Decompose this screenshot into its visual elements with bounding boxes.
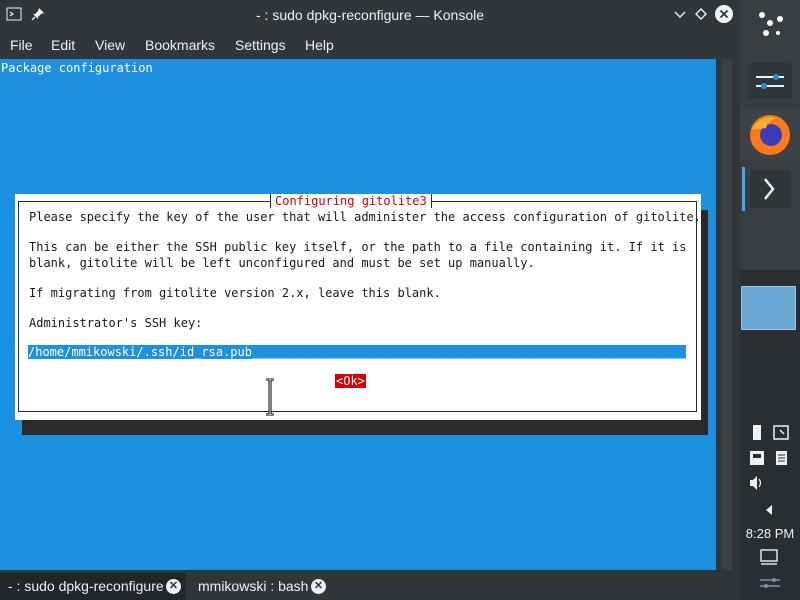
close-tab-icon[interactable]: ✕	[166, 579, 181, 594]
konsole-icon[interactable]	[740, 164, 800, 214]
menu-bar: File Edit View Bookmarks Settings Help	[0, 30, 740, 59]
tray-row-icons	[740, 449, 800, 467]
package-configuration-header: Package configuration	[1, 61, 153, 75]
tab-dpkg-reconfigure[interactable]: - : sudo dpkg-reconfigure ✕	[0, 573, 186, 600]
menu-edit[interactable]: Edit	[51, 37, 75, 53]
ssh-key-label: Administrator's SSH key:	[29, 316, 203, 330]
text-cursor-icon	[263, 377, 277, 417]
menu-view[interactable]: View	[95, 37, 125, 53]
ssh-key-input[interactable]: /home/mmikowski/.ssh/id_rsa.pub_________…	[28, 345, 686, 359]
maximize-icon[interactable]	[693, 6, 709, 22]
panel-settings-icon[interactable]	[740, 574, 800, 592]
menu-file[interactable]: File	[10, 37, 33, 53]
show-desktop-icon[interactable]	[740, 548, 800, 566]
dialog-title: Configuring gitolite3	[270, 194, 432, 208]
window-title: - : sudo dpkg-reconfigure — Konsole	[255, 7, 484, 23]
terminal-scrollbar[interactable]	[716, 59, 740, 570]
terminal-area[interactable]: Package configuration Configuring gitoli…	[0, 59, 716, 570]
tray-expand-arrow-icon[interactable]	[740, 502, 800, 518]
tray-row-icons	[740, 424, 800, 442]
ok-button[interactable]: <Ok>	[335, 374, 366, 388]
dialog-text-line: This can be either the SSH public key it…	[29, 240, 687, 254]
minimize-icon[interactable]	[672, 6, 688, 22]
desktop-pager-icon[interactable]	[740, 286, 800, 330]
menu-help[interactable]: Help	[305, 37, 334, 53]
tab-label: - : sudo dpkg-reconfigure	[8, 578, 164, 594]
dialog-text-line: If migrating from gitolite version 2.x, …	[29, 286, 441, 300]
dialog-text-line: Please specify the key of the user that …	[29, 210, 701, 224]
volume-icon[interactable]	[740, 474, 800, 492]
clock[interactable]: 8:28 PM	[740, 526, 800, 544]
tab-bar: - : sudo dpkg-reconfigure ✕ mmikowski : …	[0, 570, 740, 600]
system-settings-icon[interactable]	[740, 60, 800, 102]
firefox-icon[interactable]	[740, 110, 800, 160]
side-panel: 8:28 PM	[740, 0, 800, 600]
config-dialog: Configuring gitolite3 Please specify the…	[15, 194, 701, 420]
dialog-text-line: blank, gitolite will be left unconfigure…	[29, 256, 535, 270]
tab-bash[interactable]: mmikowski : bash ✕	[190, 573, 330, 600]
menu-settings[interactable]: Settings	[235, 37, 286, 53]
application-launcher-icon[interactable]	[740, 5, 800, 41]
title-bar: - : sudo dpkg-reconfigure — Konsole	[0, 0, 740, 30]
close-tab-icon[interactable]: ✕	[311, 579, 326, 594]
tab-label: mmikowski : bash	[198, 578, 309, 594]
close-window-icon[interactable]	[715, 5, 733, 23]
menu-bookmarks[interactable]: Bookmarks	[145, 37, 215, 53]
